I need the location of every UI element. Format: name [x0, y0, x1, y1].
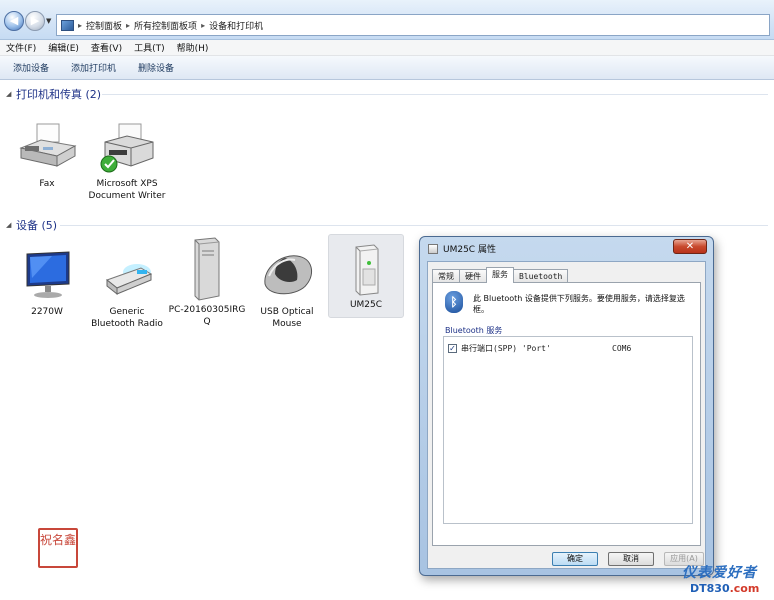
fax-icon [17, 120, 77, 176]
add-device-button[interactable]: 添加设备 [13, 61, 49, 74]
section-divider [102, 94, 768, 95]
history-dropdown-icon[interactable]: ▼ [46, 17, 51, 25]
printer-icon [97, 120, 157, 176]
device-usb-mouse[interactable]: USB Optical Mouse [248, 248, 326, 330]
tab-services[interactable]: 服务 [486, 267, 514, 283]
breadcrumb-separator[interactable]: ▸ [201, 21, 205, 30]
command-toolbar: 添加设备 添加打印机 删除设备 [0, 56, 774, 80]
tab-general[interactable]: 常规 [432, 269, 460, 283]
services-description: 此 Bluetooth 设备提供下列服务。要使用服务，请选择复选框。 [473, 294, 685, 314]
menu-help[interactable]: 帮助(H) [177, 41, 209, 54]
watermark-domain: DT830 [690, 582, 730, 595]
device-pc[interactable]: PC-20160305IRGQ [168, 236, 246, 328]
breadcrumb-control-panel[interactable]: 控制面板 [86, 19, 122, 32]
close-button[interactable]: ✕ [673, 239, 707, 254]
menu-file[interactable]: 文件(F) [6, 41, 36, 54]
menu-tools[interactable]: 工具(T) [134, 41, 165, 54]
computer-tower-icon [177, 236, 237, 302]
ok-button[interactable]: 确定 [552, 552, 598, 566]
device-label: 2270W [31, 307, 63, 317]
forward-button[interactable]: ▶ [25, 11, 45, 31]
section-divider [60, 225, 768, 226]
collapse-caret-icon[interactable]: ◢ [6, 221, 11, 229]
monitor-icon [17, 248, 77, 304]
device-label: Generic Bluetooth Radio [91, 307, 163, 329]
device-label: Fax [39, 179, 55, 189]
device-monitor-2270w[interactable]: 2270W [8, 248, 86, 318]
remove-device-button[interactable]: 删除设备 [138, 61, 174, 74]
close-icon: ✕ [685, 241, 695, 252]
control-panel-icon [61, 19, 74, 31]
device-label: UM25C [349, 300, 383, 310]
address-field[interactable]: ▸ 控制面板 ▸ 所有控制面板项 ▸ 设备和打印机 [56, 14, 770, 36]
watermark-tld: .com [729, 582, 760, 595]
services-group-label: Bluetooth 服务 [445, 326, 503, 335]
device-small-icon [428, 243, 438, 254]
service-port: COM6 [612, 344, 632, 353]
device-xps-writer[interactable]: Microsoft XPS Document Writer [88, 120, 166, 202]
watermark-title: 仪表爱好者 [682, 565, 757, 581]
service-name: 串行端口(SPP) 'Port' [461, 344, 551, 353]
breadcrumb-devices-printers[interactable]: 设备和打印机 [209, 19, 263, 32]
back-arrow-icon: ◀ [9, 14, 19, 27]
services-panel: ᛒ 此 Bluetooth 设备提供下列服务。要使用服务，请选择复选框。 Blu… [432, 282, 701, 546]
device-label: USB Optical Mouse [260, 307, 314, 329]
tab-bluetooth[interactable]: Bluetooth [513, 269, 569, 283]
device-bluetooth-radio[interactable]: Generic Bluetooth Radio [88, 248, 166, 330]
add-printer-button[interactable]: 添加打印机 [71, 61, 116, 74]
dialog-title: UM25C 属性 [443, 245, 496, 255]
seal-stamp: 祝名鑫 [38, 528, 78, 568]
device-label: PC-20160305IRGQ [168, 305, 246, 327]
device-fax[interactable]: Fax [8, 120, 86, 190]
breadcrumb-separator[interactable]: ▸ [126, 21, 130, 30]
address-bar: ◀ ▶ ▼ ▸ 控制面板 ▸ 所有控制面板项 ▸ 设备和打印机 [0, 0, 774, 40]
menu-edit[interactable]: 编辑(E) [48, 41, 79, 54]
cancel-button[interactable]: 取消 [608, 552, 654, 566]
tab-hardware[interactable]: 硬件 [459, 269, 487, 283]
service-item[interactable]: ✓ 串行端口(SPP) 'Port' [448, 343, 551, 354]
device-label: Microsoft XPS Document Writer [88, 179, 166, 201]
usb-bluetooth-adapter-icon [97, 248, 157, 304]
bluetooth-icon: ᛒ [445, 291, 463, 313]
breadcrumb-all-items[interactable]: 所有控制面板项 [134, 19, 197, 32]
services-list: ✓ 串行端口(SPP) 'Port' COM6 [443, 336, 693, 524]
generic-device-icon [336, 241, 396, 297]
collapse-caret-icon[interactable]: ◢ [6, 90, 11, 98]
device-um25c[interactable]: UM25C [328, 234, 404, 318]
devices-section-title[interactable]: 设备 (5) [16, 217, 57, 233]
watermark-site: DT830.com [690, 582, 759, 595]
properties-dialog: UM25C 属性 ✕ 常规 硬件 服务 Bluetooth ᛒ 此 Blueto… [419, 236, 714, 576]
mouse-icon [257, 248, 317, 304]
menu-view[interactable]: 查看(V) [91, 41, 122, 54]
forward-arrow-icon: ▶ [30, 14, 40, 27]
service-checkbox[interactable]: ✓ [448, 344, 457, 353]
menu-bar: 文件(F) 编辑(E) 查看(V) 工具(T) 帮助(H) [0, 40, 774, 56]
back-button[interactable]: ◀ [4, 11, 24, 31]
dialog-titlebar[interactable]: UM25C 属性 [428, 242, 496, 255]
tab-strip: 常规 硬件 服务 Bluetooth [432, 267, 569, 283]
printers-section-title[interactable]: 打印机和传真 (2) [16, 86, 101, 102]
breadcrumb-separator[interactable]: ▸ [78, 21, 82, 30]
dialog-body: 常规 硬件 服务 Bluetooth ᛒ 此 Bluetooth 设备提供下列服… [427, 261, 706, 569]
